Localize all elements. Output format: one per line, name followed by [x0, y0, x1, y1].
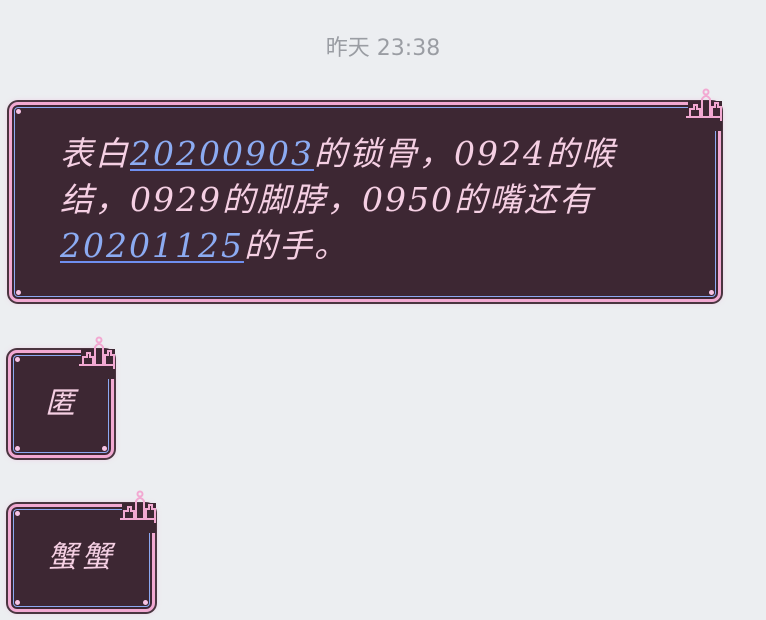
message-text-segment: 的手。 [243, 226, 349, 265]
message-timestamp: 昨天 23:38 [325, 36, 441, 61]
message-text: 表白20200903的锁骨，0924的喉结，0929的脚脖，0950的嘴还有20… [60, 131, 680, 269]
castle-icon [79, 336, 115, 379]
chat-bubble-2[interactable]: 匿 [8, 336, 115, 458]
castle-icon [686, 88, 722, 131]
message-text-segment: 表白 [60, 134, 130, 173]
corner-dot [709, 290, 714, 295]
corner-dot [102, 446, 107, 451]
date-link[interactable]: 20201125 [60, 226, 244, 265]
corner-dot [143, 600, 148, 605]
corner-dot [16, 109, 21, 114]
date-link[interactable]: 20200903 [130, 134, 314, 173]
message-text: 匿 [45, 386, 77, 421]
corner-dot [15, 357, 20, 362]
corner-dot [15, 600, 20, 605]
corner-dot [15, 446, 20, 451]
corner-dot [15, 511, 20, 516]
chat-bubble-3[interactable]: 蟹蟹 [8, 490, 156, 612]
chat-bubble-1[interactable]: 表白20200903的锁骨，0924的喉结，0929的脚脖，0950的嘴还有20… [9, 88, 722, 302]
castle-icon [120, 490, 156, 533]
corner-dot [16, 290, 21, 295]
message-text: 蟹蟹 [47, 540, 116, 575]
